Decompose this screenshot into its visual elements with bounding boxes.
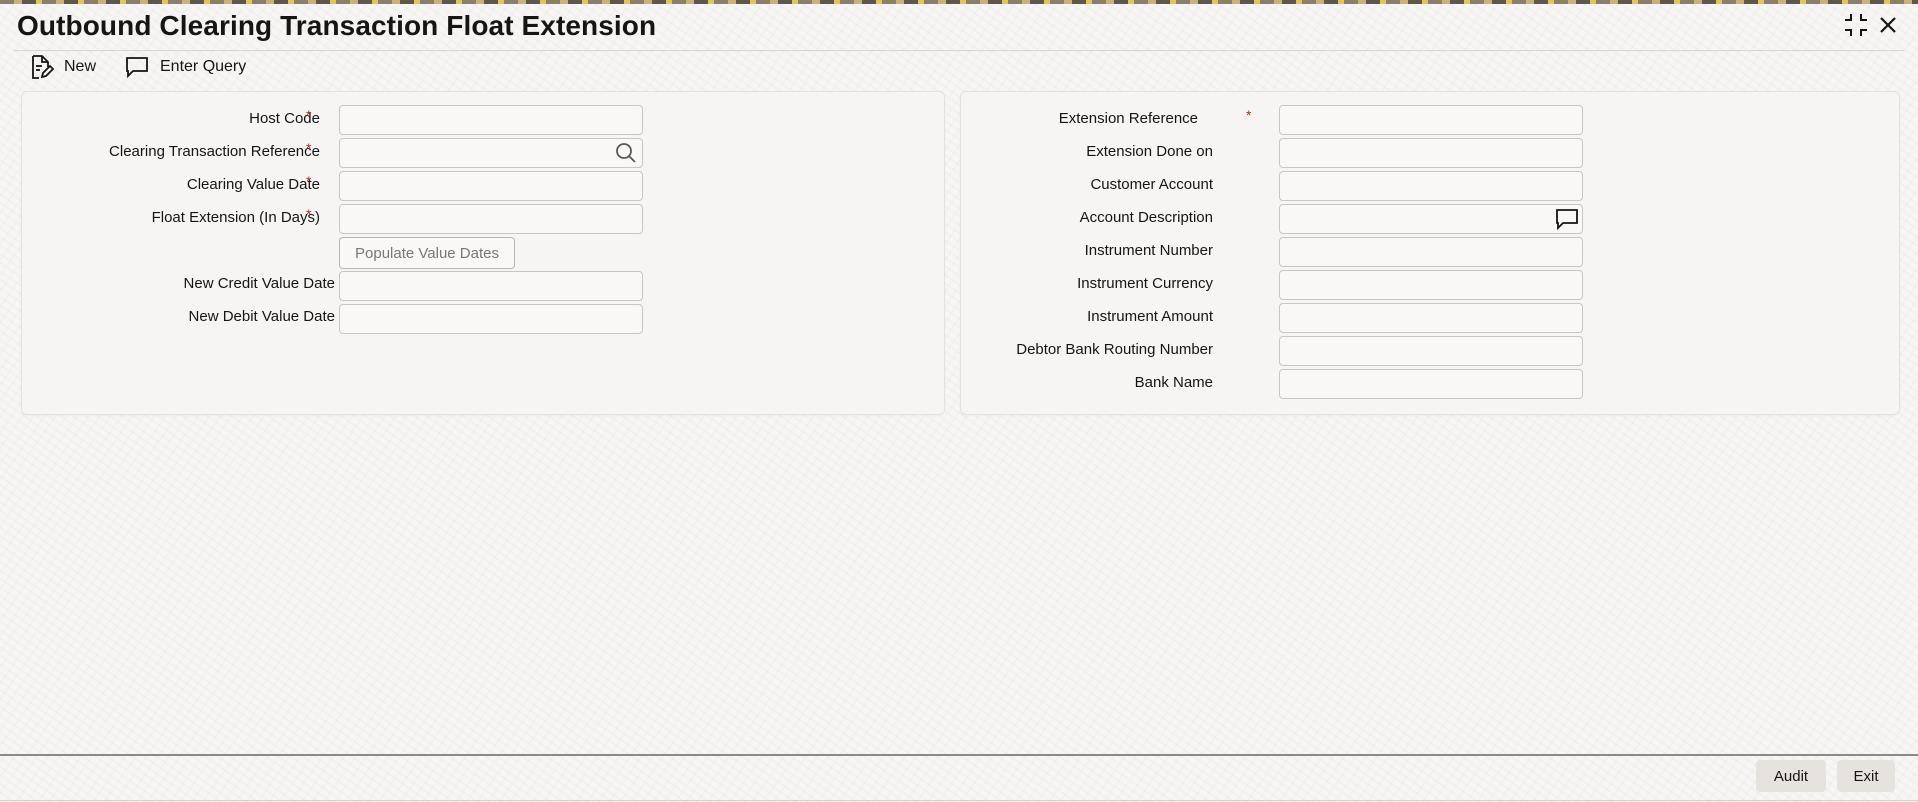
- instrument-amount-label: Instrument Amount: [1087, 308, 1213, 325]
- account-description-input[interactable]: [1279, 204, 1583, 234]
- enter-query-button-label: Enter Query: [160, 58, 247, 75]
- new-credit-value-date-input[interactable]: [339, 271, 643, 301]
- new-button[interactable]: New: [28, 52, 96, 82]
- audit-button[interactable]: Audit: [1756, 760, 1826, 792]
- float-extension-label: Float Extension (In Days): [151, 209, 320, 226]
- instrument-currency-label: Instrument Currency: [1077, 275, 1213, 292]
- account-description-label: Account Description: [1079, 209, 1213, 226]
- close-icon[interactable]: [1875, 12, 1901, 38]
- host-code-required-mark: *: [306, 107, 312, 123]
- host-code-input[interactable]: [339, 105, 643, 135]
- new-debit-value-date-input[interactable]: [339, 304, 643, 334]
- extension-reference-input[interactable]: [1279, 105, 1583, 135]
- footer-divider: [0, 754, 1918, 756]
- exit-button[interactable]: Exit: [1837, 760, 1895, 792]
- clearing-value-date-input[interactable]: [339, 171, 643, 201]
- left-form-panel: Host Code * Clearing Transaction Referen…: [21, 91, 945, 415]
- float-extension-required-mark: *: [306, 206, 312, 222]
- enter-query-button[interactable]: Enter Query: [124, 52, 246, 82]
- new-document-icon: [32, 55, 54, 79]
- extension-done-on-input[interactable]: [1279, 138, 1583, 168]
- search-icon[interactable]: [614, 141, 638, 165]
- clearing-transaction-reference-input[interactable]: [339, 138, 643, 168]
- top-decorative-strip: [0, 0, 1918, 4]
- speech-bubble-icon[interactable]: [1555, 207, 1579, 231]
- new-debit-value-date-label: New Debit Value Date: [188, 308, 335, 325]
- right-form-panel: Extension Reference * Extension Done on …: [960, 91, 1900, 415]
- instrument-number-input[interactable]: [1279, 237, 1583, 267]
- instrument-currency-input[interactable]: [1279, 270, 1583, 300]
- clearing-value-date-label: Clearing Value Date: [186, 176, 320, 193]
- new-credit-value-date-label: New Credit Value Date: [183, 275, 335, 292]
- bank-name-input[interactable]: [1279, 369, 1583, 399]
- extension-done-on-label: Extension Done on: [1086, 143, 1213, 160]
- extension-reference-required-mark: *: [1246, 107, 1252, 123]
- clearing-value-date-required-mark: *: [306, 173, 312, 189]
- debtor-bank-routing-number-label: Debtor Bank Routing Number: [1016, 341, 1213, 358]
- customer-account-label: Customer Account: [1090, 176, 1213, 193]
- clearing-transaction-reference-required-mark: *: [306, 140, 312, 156]
- speech-bubble-icon: [126, 57, 148, 79]
- customer-account-input[interactable]: [1279, 171, 1583, 201]
- clearing-transaction-reference-label: Clearing Transaction Reference: [109, 143, 320, 160]
- float-extension-input[interactable]: [339, 204, 643, 234]
- instrument-amount-input[interactable]: [1279, 303, 1583, 333]
- extension-reference-label: Extension Reference: [1058, 110, 1198, 127]
- new-button-label: New: [64, 58, 97, 75]
- bottom-divider: [0, 800, 1918, 801]
- bank-name-label: Bank Name: [1134, 374, 1213, 391]
- title-divider: [14, 50, 1904, 51]
- debtor-bank-routing-number-input[interactable]: [1279, 336, 1583, 366]
- instrument-number-label: Instrument Number: [1084, 242, 1213, 259]
- populate-value-dates-button[interactable]: Populate Value Dates: [339, 237, 515, 269]
- page-title: Outbound Clearing Transaction Float Exte…: [17, 10, 657, 41]
- maximize-icon[interactable]: [1843, 12, 1869, 38]
